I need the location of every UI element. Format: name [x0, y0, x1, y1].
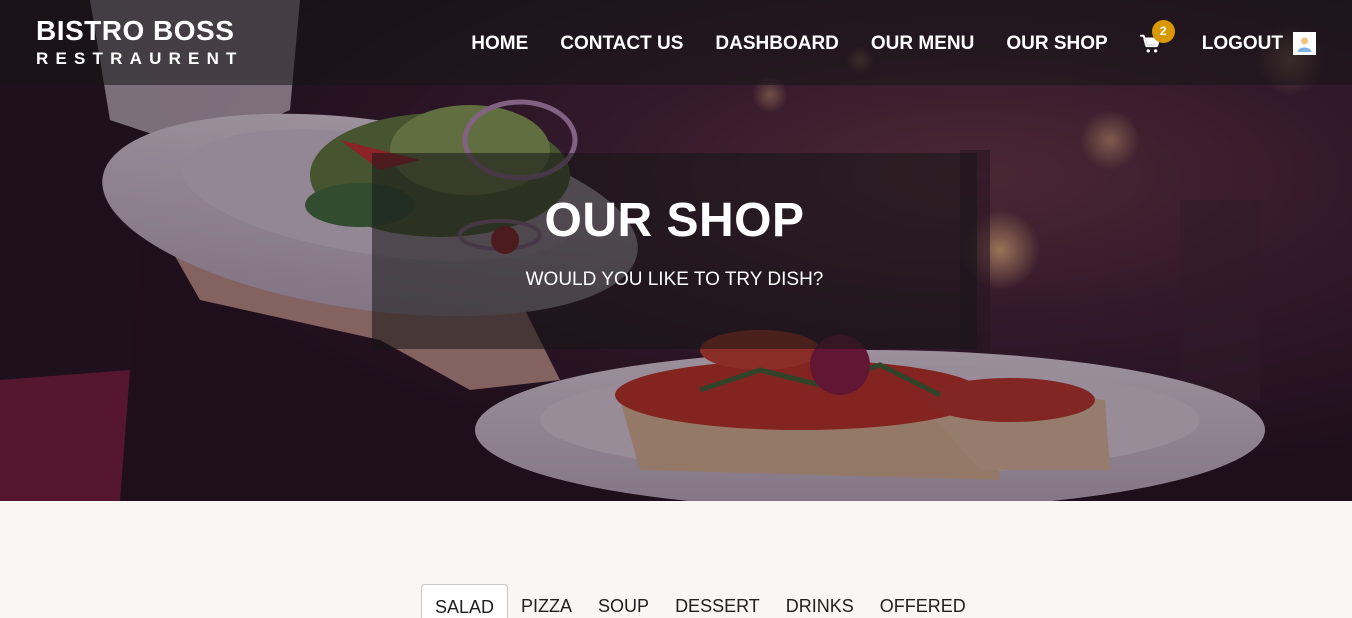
logout-group: LOGOUT: [1202, 32, 1316, 55]
nav-our-menu-link[interactable]: OUR MENU: [871, 33, 974, 55]
page: BISTRO BOSS RESTRAURENT HOME CONTACT US …: [0, 0, 1352, 618]
nav-contact-us-link[interactable]: CONTACT US: [560, 33, 683, 55]
logout-button[interactable]: LOGOUT: [1202, 33, 1283, 55]
nav-home-link[interactable]: HOME: [471, 33, 528, 55]
brand-title: BISTRO BOSS: [36, 15, 235, 46]
hero-title: OUR SHOP: [544, 194, 805, 247]
nav-dashboard-link[interactable]: DASHBOARD: [715, 33, 839, 55]
tab-pizza[interactable]: PIZZA: [508, 584, 585, 618]
nav-our-shop-link[interactable]: OUR SHOP: [1006, 33, 1107, 55]
category-tabs: SALAD PIZZA SOUP DESSERT DRINKS OFFERED: [421, 582, 979, 618]
brand-subtitle: RESTRAURENT: [36, 49, 244, 68]
hero-title-box: OUR SHOP WOULD YOU LIKE TO TRY DISH?: [372, 153, 977, 349]
tab-soup[interactable]: SOUP: [585, 584, 662, 618]
navbar: BISTRO BOSS RESTRAURENT HOME CONTACT US …: [0, 0, 1352, 85]
cart-button[interactable]: 2: [1139, 19, 1175, 55]
tab-salad[interactable]: SALAD: [421, 584, 509, 618]
tab-dessert[interactable]: DESSERT: [662, 584, 773, 618]
tab-drinks[interactable]: DRINKS: [773, 584, 867, 618]
brand-logo[interactable]: BISTRO BOSS RESTRAURENT: [36, 16, 244, 69]
tab-offered[interactable]: OFFERED: [867, 584, 979, 618]
hero-subtitle: WOULD YOU LIKE TO TRY DISH?: [525, 269, 824, 290]
nav-links: HOME CONTACT US DASHBOARD OUR MENU OUR S…: [471, 19, 1316, 55]
user-avatar-icon: [1297, 37, 1312, 52]
cart-count-badge: 2: [1151, 19, 1175, 43]
user-avatar[interactable]: [1293, 32, 1316, 55]
